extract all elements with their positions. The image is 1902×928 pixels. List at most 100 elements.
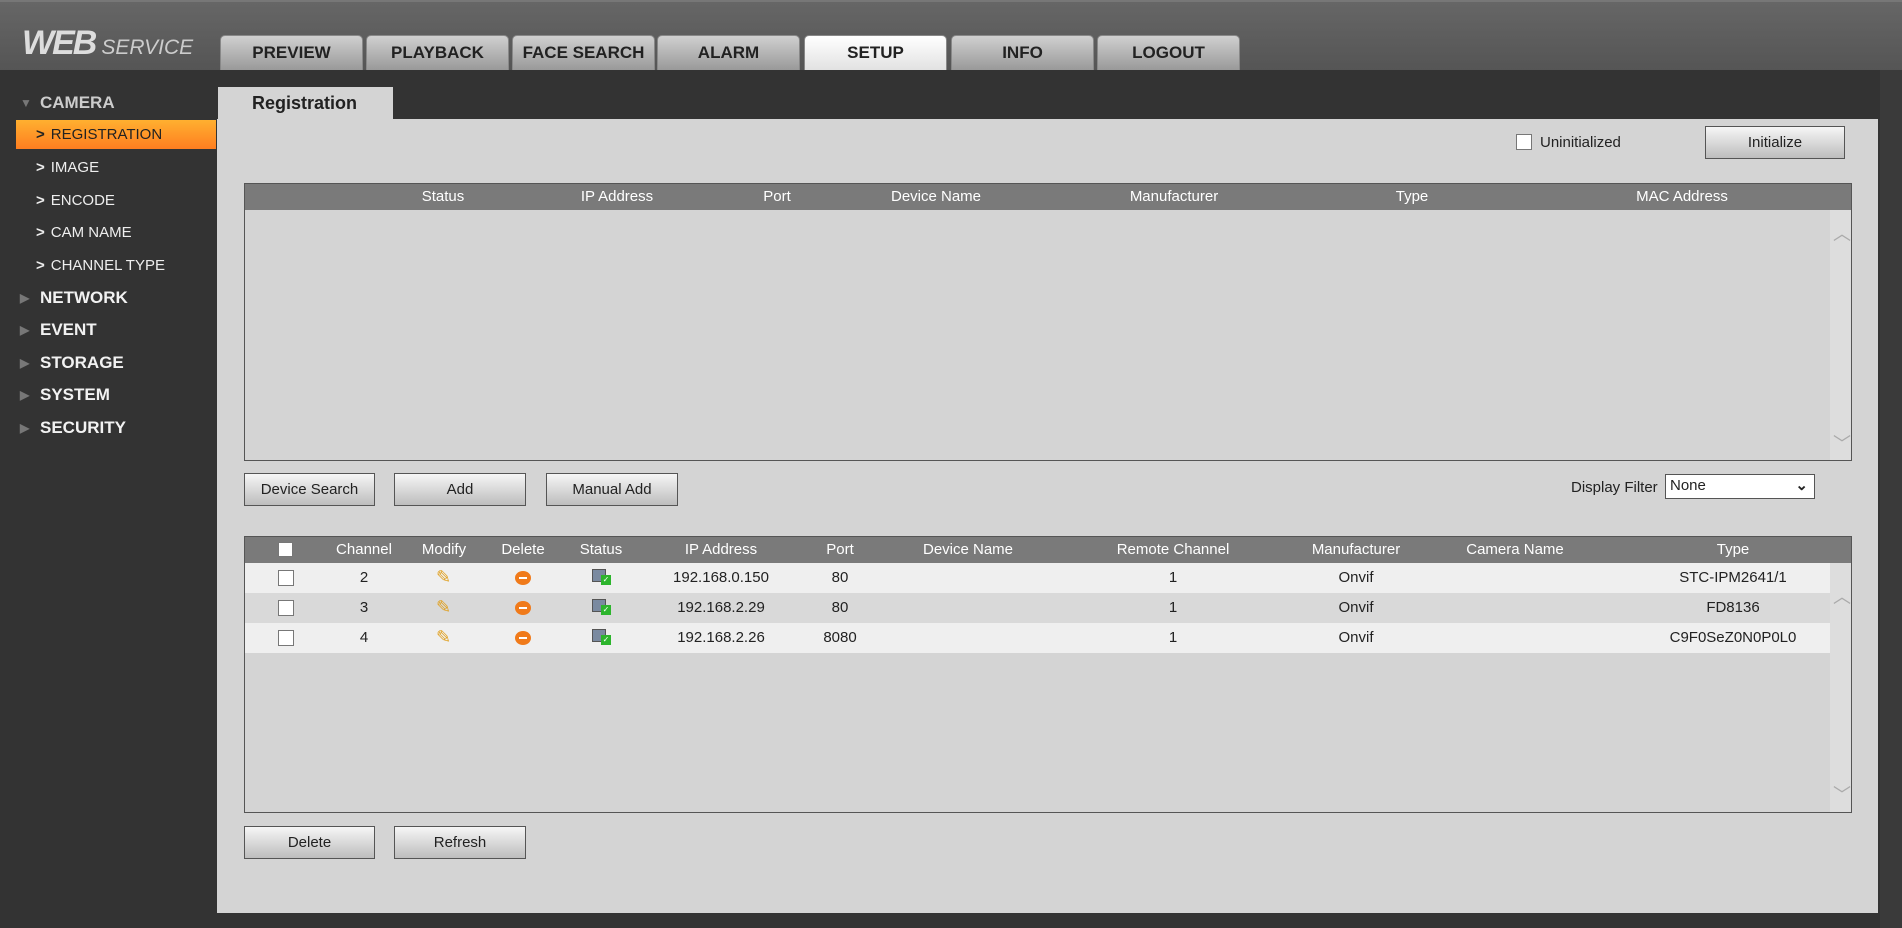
col-modify: Modify (421, 541, 467, 558)
col-delete: Delete (501, 541, 545, 558)
display-filter-label: Display Filter (1571, 479, 1658, 496)
delete-icon[interactable] (515, 631, 531, 645)
page-scrollbar[interactable] (1880, 70, 1902, 928)
tab-setup[interactable]: SETUP (804, 35, 947, 70)
col-channel: Channel (336, 541, 392, 558)
add-button[interactable]: Add (394, 473, 526, 506)
tab-preview[interactable]: PREVIEW (220, 35, 363, 70)
scroll-up-icon[interactable]: ︿ (1833, 220, 1851, 246)
col-type: Type (1395, 188, 1429, 205)
sidebar-item-registration[interactable]: > REGISTRATION (16, 120, 216, 149)
section-label: STORAGE (40, 353, 124, 372)
tab-registration[interactable]: Registration (218, 87, 393, 120)
cell-manufacturer: Onvif (1338, 569, 1374, 586)
triangle-down-icon: ▼ (20, 96, 32, 110)
table-header: Channel Modify Delete Status IP Address … (245, 537, 1851, 563)
select-value: None (1670, 477, 1706, 494)
row-checkbox[interactable] (278, 570, 294, 586)
section-label: SYSTEM (40, 385, 110, 404)
sidebar-section-network[interactable]: ▶ NETWORK (20, 286, 128, 310)
col-manufacturer: Manufacturer (1129, 188, 1219, 205)
sidebar-item-encode[interactable]: > ENCODE (16, 186, 216, 215)
device-search-button[interactable]: Device Search (244, 473, 375, 506)
item-label: ENCODE (50, 192, 115, 209)
table-row[interactable]: ✎ ✓ 3 192.168.2.29 80 1 Onvif FD8136 (245, 593, 1831, 623)
sidebar-section-security[interactable]: ▶ SECURITY (20, 416, 126, 440)
pencil-icon[interactable]: ✎ (436, 627, 451, 648)
cell-remote-channel: 1 (1168, 629, 1178, 646)
col-device-name: Device Name (922, 541, 1014, 558)
delete-icon[interactable] (515, 571, 531, 585)
item-label: IMAGE (50, 159, 100, 176)
col-status: Status (421, 188, 465, 205)
triangle-right-icon: ▶ (20, 291, 30, 305)
col-ip-address: IP Address (580, 188, 654, 205)
col-status: Status (579, 541, 623, 558)
item-label: REGISTRATION (50, 126, 163, 143)
row-checkbox[interactable] (278, 630, 294, 646)
cell-type: C9F0SeZ0N0P0L0 (1669, 629, 1797, 646)
col-device-name: Device Name (890, 188, 982, 205)
cell-manufacturer: Onvif (1338, 629, 1374, 646)
item-label: CAM NAME (50, 224, 132, 241)
cell-type: STC-IPM2641/1 (1679, 569, 1787, 586)
col-ip-address: IP Address (684, 541, 758, 558)
cell-ip: 192.168.2.26 (677, 629, 765, 646)
sidebar-section-camera[interactable]: ▼ CAMERA (20, 91, 115, 115)
logo: WEB SERVICE (22, 24, 193, 63)
scroll-down-icon[interactable]: ﹀ (1833, 781, 1851, 807)
delete-icon[interactable] (515, 601, 531, 615)
initialize-button[interactable]: Initialize (1705, 126, 1845, 159)
cell-ip: 192.168.0.150 (673, 569, 769, 586)
tab-playback[interactable]: PLAYBACK (366, 35, 509, 70)
item-label: CHANNEL TYPE (50, 257, 165, 274)
cell-port: 80 (831, 599, 849, 616)
sidebar-section-event[interactable]: ▶ EVENT (20, 318, 97, 342)
tab-info[interactable]: INFO (951, 35, 1094, 70)
cell-channel: 4 (359, 629, 369, 646)
tab-logout[interactable]: LOGOUT (1097, 35, 1240, 70)
sidebar-section-storage[interactable]: ▶ STORAGE (20, 351, 124, 375)
uninitialized-label: Uninitialized (1540, 134, 1621, 151)
tab-face-search[interactable]: FACE SEARCH (512, 35, 655, 70)
select-all-checkbox[interactable] (278, 542, 293, 557)
cell-ip: 192.168.2.29 (677, 599, 765, 616)
pencil-icon[interactable]: ✎ (436, 567, 451, 588)
triangle-right-icon: ▶ (20, 388, 30, 402)
col-port: Port (826, 541, 854, 558)
logo-main: WEB (22, 24, 97, 62)
sidebar-item-cam-name[interactable]: > CAM NAME (16, 218, 216, 247)
cell-manufacturer: Onvif (1338, 599, 1374, 616)
added-devices-table: Channel Modify Delete Status IP Address … (244, 536, 1852, 813)
sidebar-item-image[interactable]: > IMAGE (16, 153, 216, 182)
section-label: CAMERA (40, 93, 115, 112)
manual-add-button[interactable]: Manual Add (546, 473, 678, 506)
col-remote-channel: Remote Channel (1116, 541, 1230, 558)
col-type: Type (1716, 541, 1750, 558)
tab-alarm[interactable]: ALARM (657, 35, 800, 70)
refresh-button[interactable]: Refresh (394, 826, 526, 859)
table-row[interactable]: ✎ ✓ 2 192.168.0.150 80 1 Onvif STC-IPM2641/1 (245, 563, 1831, 593)
pencil-icon[interactable]: ✎ (436, 597, 451, 618)
table-header: Status IP Address Port Device Name Manuf… (245, 184, 1851, 210)
scroll-up-icon[interactable]: ︿ (1833, 583, 1851, 609)
chevron-right-icon: > (36, 257, 45, 274)
delete-button[interactable]: Delete (244, 826, 375, 859)
scrollbar[interactable]: ︿ ﹀ (1830, 563, 1851, 812)
scrollbar[interactable]: ︿ ﹀ (1830, 210, 1851, 460)
cell-remote-channel: 1 (1168, 569, 1178, 586)
row-checkbox[interactable] (278, 600, 294, 616)
sidebar-section-system[interactable]: ▶ SYSTEM (20, 383, 110, 407)
check-icon: ✓ (601, 575, 611, 585)
col-mac-address: MAC Address (1636, 188, 1728, 205)
scroll-down-icon[interactable]: ﹀ (1833, 430, 1851, 456)
chevron-right-icon: > (36, 192, 45, 209)
uninitialized-checkbox[interactable] (1516, 134, 1532, 150)
sidebar-item-channel-type[interactable]: > CHANNEL TYPE (16, 251, 216, 280)
display-filter-select[interactable]: None ⌄ (1665, 474, 1815, 499)
check-icon: ✓ (601, 635, 611, 645)
section-label: SECURITY (40, 418, 126, 437)
table-row[interactable]: ✎ ✓ 4 192.168.2.26 8080 1 Onvif C9F0SeZ0N0P0L0 (245, 623, 1831, 653)
cell-channel: 3 (359, 599, 369, 616)
chevron-right-icon: > (36, 159, 45, 176)
